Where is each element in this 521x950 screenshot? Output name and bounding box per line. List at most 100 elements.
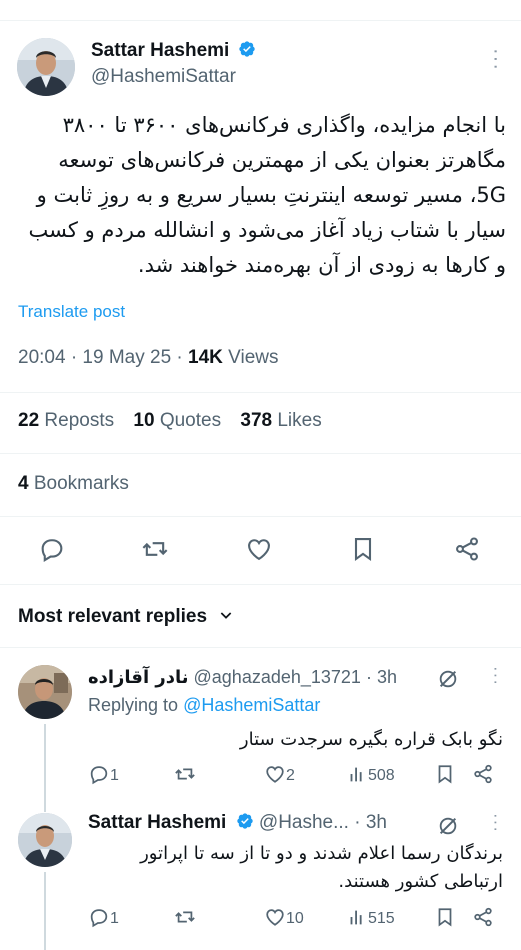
reply-text-line: برندگان رسما اعلام شدند و دو تا از سه تا… bbox=[140, 843, 503, 864]
translate-post-link[interactable]: Translate post bbox=[18, 302, 125, 322]
bookmark-button[interactable] bbox=[349, 535, 377, 568]
reply-views-button[interactable]: 515 bbox=[346, 906, 395, 928]
quotes-label: Quotes bbox=[159, 410, 222, 431]
reply-count: 1 bbox=[110, 767, 119, 784]
reply-author-handle[interactable]: @Hashe... bbox=[259, 812, 349, 833]
reply-text: نگو بابک قراره بگیره سرجدت ستار bbox=[88, 726, 503, 754]
reply-icon bbox=[90, 909, 108, 928]
verified-badge-icon bbox=[236, 813, 253, 829]
quotes-stat[interactable]: 10 Quotes bbox=[133, 410, 221, 431]
reply-author-handle[interactable]: @aghazadeh_13721 bbox=[194, 667, 361, 687]
bookmark-icon bbox=[438, 765, 452, 784]
like-icon bbox=[266, 766, 284, 783]
thread-line bbox=[44, 872, 46, 950]
author-line: Sattar Hashemi bbox=[91, 40, 256, 62]
reply-count: 1 bbox=[110, 910, 119, 927]
verified-badge-icon bbox=[239, 41, 255, 57]
reply-header: نادر آقازاده @aghazadeh_13721 · 3h bbox=[88, 667, 397, 688]
replying-to-link[interactable]: @HashemiSattar bbox=[183, 695, 320, 715]
top-divider bbox=[0, 20, 521, 21]
likes-label: Likes bbox=[277, 410, 322, 431]
divider bbox=[0, 453, 521, 454]
views-count: 508 bbox=[368, 767, 395, 784]
likes-stat[interactable]: 378 Likes bbox=[240, 410, 321, 431]
repost-button[interactable] bbox=[141, 535, 169, 568]
divider bbox=[0, 516, 521, 517]
views-count: 14K bbox=[188, 347, 223, 368]
divider bbox=[0, 584, 521, 585]
replies-sort-dropdown[interactable]: Most relevant replies bbox=[18, 606, 234, 628]
reply-avatar[interactable] bbox=[18, 813, 72, 867]
reply-repost-button[interactable] bbox=[174, 906, 196, 928]
divider bbox=[0, 392, 521, 393]
reply-icon bbox=[41, 539, 63, 562]
reply-header: Sattar Hashemi @Hashe... · 3h bbox=[88, 812, 387, 834]
reply-reply-button[interactable]: 1 bbox=[88, 763, 119, 785]
reply-like-button[interactable]: 10 bbox=[264, 906, 304, 928]
divider bbox=[0, 647, 521, 648]
reply-like-button[interactable]: 2 bbox=[264, 763, 295, 785]
share-icon bbox=[474, 907, 492, 927]
bookmark-icon bbox=[438, 908, 452, 927]
replies-header: Most relevant replies bbox=[18, 606, 208, 627]
avatar[interactable] bbox=[17, 38, 75, 96]
author-name[interactable]: Sattar Hashemi bbox=[91, 40, 229, 61]
like-count: 2 bbox=[286, 767, 295, 784]
repost-icon bbox=[175, 768, 195, 780]
reply-bookmark-button[interactable] bbox=[434, 906, 456, 933]
reply-time[interactable]: · 3h bbox=[366, 667, 397, 687]
tweet-text-line: سیار با شتاب زیاد آغاز می‌شود و انشالله … bbox=[28, 218, 506, 242]
tweet-text-line: و کارها به زودی از آن بهره‌مند خواهند شد… bbox=[137, 253, 506, 277]
views-label: Views bbox=[222, 347, 279, 368]
reply-share-button[interactable] bbox=[472, 763, 494, 790]
like-count: 10 bbox=[286, 910, 304, 927]
reply-views-button[interactable]: 508 bbox=[346, 763, 395, 785]
reply-text-line: ارتباطی کشور هستند. bbox=[338, 871, 503, 892]
tweet-text-line: با انجام مزایده، واگذاری فرکانس‌های ۳۶۰۰… bbox=[62, 113, 506, 137]
views-count: 515 bbox=[368, 910, 395, 927]
tweet-timestamp[interactable]: 20:04 · 19 May 25 · bbox=[18, 347, 188, 368]
replying-to: Replying to @HashemiSattar bbox=[88, 695, 320, 716]
reply-reply-button[interactable]: 1 bbox=[88, 906, 119, 928]
tweet-text-line: 5G، مسیر توسعه اینترنتِ بسیار سریع و به … bbox=[36, 183, 506, 207]
tweet-meta: 20:04 · 19 May 25 · 14K Views bbox=[18, 347, 279, 369]
reply-time[interactable]: · 3h bbox=[354, 812, 387, 833]
bookmarks-stat[interactable]: 4 Bookmarks bbox=[18, 473, 129, 495]
like-icon bbox=[266, 909, 284, 926]
repost-icon bbox=[175, 911, 195, 923]
reply-icon bbox=[90, 766, 108, 785]
thread-line bbox=[44, 724, 46, 812]
share-button[interactable] bbox=[453, 535, 481, 568]
reply-more-icon[interactable]: ··· bbox=[486, 666, 506, 686]
reply-author-name[interactable]: نادر آقازاده bbox=[88, 667, 189, 688]
tweet-text-line: مگاهرتز بعنوان یکی از مهمترین فرکانس‌های… bbox=[58, 148, 506, 172]
more-options-icon[interactable]: ··· bbox=[484, 48, 507, 71]
avatar-image bbox=[17, 38, 75, 96]
reply-bookmark-button[interactable] bbox=[434, 763, 456, 790]
reposts-stat[interactable]: 22 Reposts bbox=[18, 410, 114, 431]
reply-avatar-image bbox=[18, 813, 72, 867]
reply-more-icon[interactable]: ··· bbox=[486, 813, 506, 833]
reply-author-name[interactable]: Sattar Hashemi bbox=[88, 812, 226, 833]
views-icon bbox=[350, 910, 362, 925]
replying-to-label: Replying to bbox=[88, 695, 184, 715]
author-handle[interactable]: @HashemiSattar bbox=[91, 66, 236, 88]
bookmarks-label: Bookmarks bbox=[33, 473, 129, 494]
reposts-label: Reposts bbox=[44, 410, 115, 431]
reply-actions: 1 10 515 bbox=[88, 906, 508, 932]
reply-avatar[interactable] bbox=[18, 665, 72, 719]
reposts-count: 22 bbox=[18, 410, 40, 431]
grok-icon[interactable] bbox=[437, 668, 459, 695]
chevron-down-icon bbox=[221, 612, 232, 619]
engagement-stats: 22 Reposts 10 Quotes 378 Likes bbox=[18, 410, 322, 432]
reply-button[interactable] bbox=[38, 535, 66, 568]
reply-actions: 1 2 508 bbox=[88, 763, 508, 789]
reply-repost-button[interactable] bbox=[174, 763, 196, 785]
tweet-text: با انجام مزایده، واگذاری فرکانس‌های ۳۶۰۰… bbox=[16, 108, 506, 283]
like-icon bbox=[248, 539, 270, 561]
like-button[interactable] bbox=[245, 535, 273, 568]
grok-icon[interactable] bbox=[437, 815, 459, 842]
reply-text: برندگان رسما اعلام شدند و دو تا از سه تا… bbox=[88, 840, 503, 896]
reply-share-button[interactable] bbox=[472, 906, 494, 933]
reply-avatar-image bbox=[18, 665, 72, 719]
